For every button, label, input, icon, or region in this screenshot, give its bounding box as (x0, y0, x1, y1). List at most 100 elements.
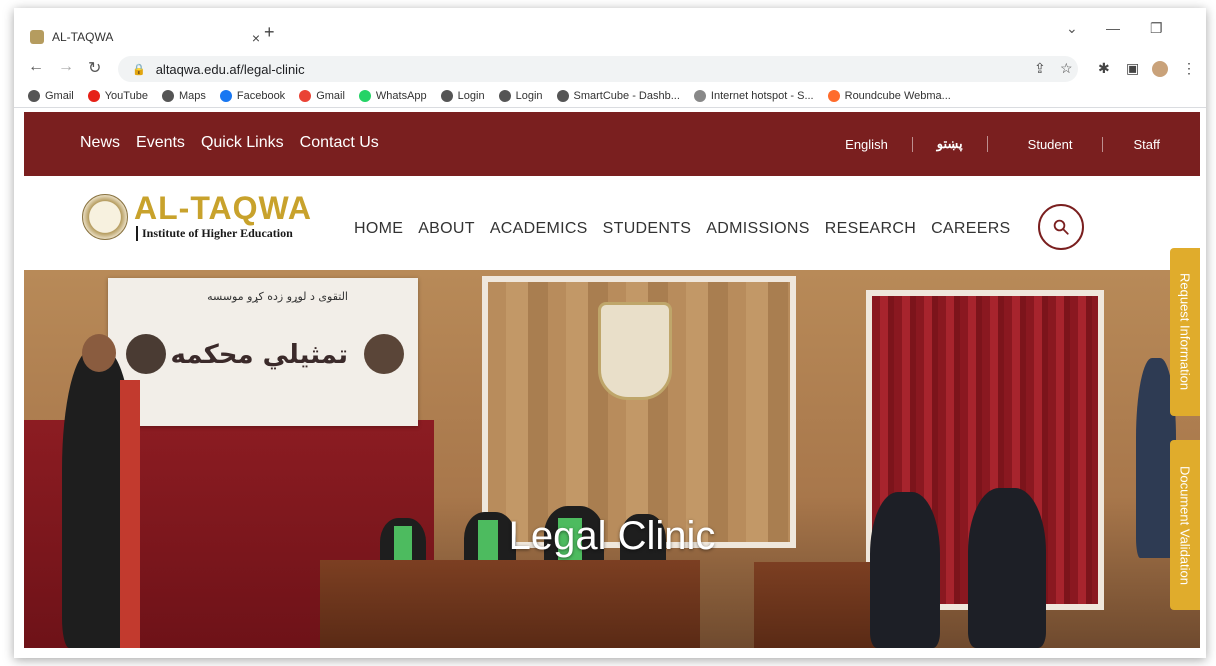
top-link-contact-us[interactable]: Contact Us (300, 134, 379, 152)
document-validation-tab[interactable]: Document Validation (1170, 440, 1200, 610)
globe-icon (556, 89, 569, 102)
nav-home[interactable]: HOME (354, 220, 403, 238)
top-right-links: English پښتو Student Staff (821, 136, 1160, 152)
chevron-down-icon[interactable]: ⌄ (1066, 20, 1078, 37)
globe-icon (440, 89, 453, 102)
hotspot-icon (693, 89, 706, 102)
browser-tab[interactable]: AL-TAQWA × (30, 20, 260, 54)
bookmark-label: Roundcube Webma... (844, 89, 951, 102)
nav-admissions[interactable]: ADMISSIONS (706, 220, 809, 238)
browser-window: AL-TAQWA × + ⌄ — ❐ ← → ↻ 🔒 altaqwa.edu.a… (0, 0, 1216, 666)
top-link-news[interactable]: News (80, 134, 120, 152)
browser-frame: AL-TAQWA × + ⌄ — ❐ ← → ↻ 🔒 altaqwa.edu.a… (14, 8, 1206, 658)
nav-students[interactable]: STUDENTS (603, 220, 692, 238)
bookmark-item[interactable]: YouTube (87, 89, 148, 102)
site-logo[interactable]: AL-TAQWA Institute of Higher Education (82, 190, 332, 244)
logo-subtitle: Institute of Higher Education (136, 226, 293, 241)
document-validation-label: Document Validation (1177, 465, 1193, 585)
bookmarks-bar: Gmail YouTube Maps Facebook Gmail WhatsApp Log… (14, 84, 1206, 108)
bookmark-star-icon[interactable]: ☆ (1060, 60, 1073, 77)
reload-icon[interactable]: ↻ (88, 58, 101, 78)
globe-icon (28, 89, 40, 102)
site-top-bar: News Events Quick Links Contact Us Engli… (24, 112, 1200, 176)
minimize-icon[interactable]: — (1106, 20, 1120, 36)
restore-icon[interactable]: ❐ (1150, 20, 1163, 37)
bookmark-label: Login (457, 89, 485, 102)
wood-wall-panel (482, 276, 796, 548)
bookmark-label: SmartCube - Dashb... (573, 89, 680, 102)
bookmark-item[interactable]: Roundcube Webma... (827, 89, 951, 102)
banner-photo-left (126, 334, 166, 374)
request-information-tab[interactable]: Request Information (1170, 248, 1200, 416)
nav-research[interactable]: RESEARCH (825, 220, 916, 238)
staff-link[interactable]: Staff (1103, 137, 1160, 152)
profile-avatar-icon[interactable] (1152, 61, 1168, 77)
extensions-icon[interactable]: ✱ (1098, 60, 1110, 77)
request-information-label: Request Information (1177, 273, 1193, 391)
speaker-head (82, 334, 116, 372)
search-button[interactable] (1038, 204, 1084, 250)
top-links: News Events Quick Links Contact Us (80, 134, 379, 152)
bookmark-item[interactable]: SmartCube - Dashb... (556, 89, 680, 102)
bookmark-item[interactable]: Gmail (299, 89, 345, 102)
event-banner-image: التقوی د لوړو زده کړو موسسه تمثيلي محکمه (108, 278, 418, 426)
close-tab-icon[interactable]: × (252, 30, 260, 46)
banner-photo-right (364, 334, 404, 374)
bookmark-label: Gmail (316, 89, 345, 102)
main-nav: HOME ABOUT ACADEMICS STUDENTS ADMISSIONS… (354, 220, 1011, 238)
bookmark-label: YouTube (104, 89, 148, 102)
tab-strip: AL-TAQWA × + ⌄ — ❐ (14, 8, 1206, 54)
site-favicon-icon (30, 30, 44, 44)
share-icon[interactable]: ⇪ (1034, 60, 1046, 77)
judges-table (320, 560, 700, 648)
student-link[interactable]: Student (988, 136, 1104, 152)
nav-about[interactable]: ABOUT (418, 220, 475, 238)
student-figure-2 (968, 488, 1046, 648)
globe-icon (498, 89, 511, 102)
bookmark-item[interactable]: Gmail (28, 89, 74, 102)
bookmark-item[interactable]: Login (498, 89, 543, 102)
institute-crest-icon (598, 302, 672, 400)
bookmark-item[interactable]: Maps (161, 89, 206, 102)
logo-emblem-icon (82, 194, 128, 240)
hero-title: Legal Clinic (508, 514, 716, 558)
logo-name: AL-TAQWA (134, 190, 313, 226)
bookmark-label: Maps (178, 89, 206, 102)
bookmark-item[interactable]: Facebook (219, 89, 286, 102)
menu-icon[interactable]: ⋮ (1182, 60, 1196, 77)
nav-careers[interactable]: CAREERS (931, 220, 1010, 238)
lock-icon: 🔒 (132, 63, 146, 76)
bookmark-item[interactable]: Internet hotspot - S... (693, 89, 814, 102)
bookmark-label: WhatsApp (375, 89, 427, 102)
top-link-events[interactable]: Events (136, 134, 185, 152)
bookmark-item[interactable]: WhatsApp (358, 89, 427, 102)
youtube-icon (87, 89, 100, 102)
url-text: altaqwa.edu.af/legal-clinic (155, 61, 305, 77)
whatsapp-icon (358, 89, 371, 102)
tab-title: AL-TAQWA (52, 30, 114, 44)
bookmark-label: Gmail (45, 89, 74, 102)
language-pashto[interactable]: پښتو (913, 136, 988, 152)
bookmark-label: Login (515, 89, 543, 102)
bookmark-label: Facebook (236, 89, 286, 102)
forward-arrow-icon[interactable]: → (58, 58, 74, 76)
nav-academics[interactable]: ACADEMICS (490, 220, 588, 238)
language-english[interactable]: English (821, 136, 913, 152)
gmail-icon (299, 89, 312, 102)
site-header: AL-TAQWA Institute of Higher Education H… (24, 176, 1200, 272)
search-icon (1053, 219, 1069, 235)
bookmark-label: Internet hotspot - S... (710, 89, 814, 102)
hero-banner: التقوی د لوړو زده کړو موسسه تمثيلي محکمه… (24, 270, 1200, 648)
bookmark-item[interactable]: Login (440, 89, 485, 102)
globe-icon (161, 89, 174, 102)
cpanel-icon (827, 89, 840, 102)
address-bar[interactable]: 🔒 altaqwa.edu.af/legal-clinic (118, 56, 1078, 82)
navigation-bar: ← → ↻ 🔒 altaqwa.edu.af/legal-clinic ⇪ ☆ … (14, 54, 1206, 84)
new-tab-button[interactable]: + (264, 22, 275, 43)
top-link-quick-links[interactable]: Quick Links (201, 134, 284, 152)
facebook-icon (219, 89, 232, 102)
banner-line-1: التقوی د لوړو زده کړو موسسه (207, 290, 348, 303)
back-arrow-icon[interactable]: ← (28, 58, 44, 76)
side-panel-icon[interactable]: ▣ (1126, 60, 1139, 77)
banner-line-2: تمثيلي محکمه (170, 340, 348, 370)
